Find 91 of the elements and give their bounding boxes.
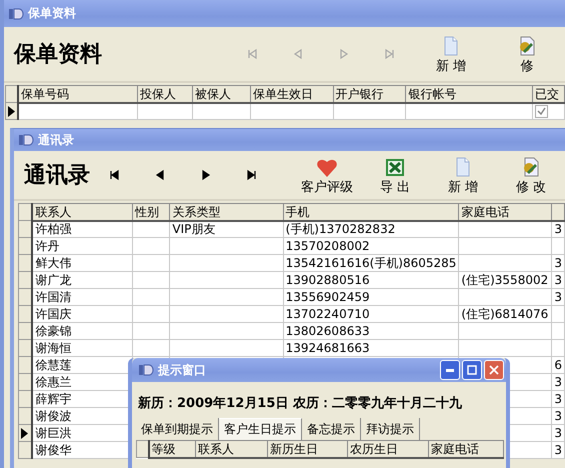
table-cell: 3: [554, 290, 562, 304]
table-cell: 许丹: [35, 239, 60, 253]
table-cell: 13556902459: [286, 290, 370, 304]
first-record-icon: [108, 169, 120, 181]
document-icon: [454, 156, 472, 176]
export-button[interactable]: 导 出: [361, 154, 429, 196]
close-button[interactable]: [484, 360, 504, 380]
table-cell: 3: [554, 222, 562, 236]
table-cell: 谢俊波: [35, 409, 72, 423]
table-cell: VIP朋友: [172, 222, 216, 236]
table-cell: 13570208002: [286, 239, 370, 253]
column-header: 家庭电话: [458, 204, 552, 220]
tab[interactable]: 客户生日提示: [219, 418, 302, 440]
close-icon: [489, 365, 499, 375]
table-cell: 鲜大伟: [35, 256, 72, 270]
next-record-icon: [200, 169, 212, 181]
table-cell: 许柏强: [35, 222, 72, 236]
table-cell: 3: [554, 256, 562, 270]
window-title: 保单资料: [28, 5, 76, 22]
last-record-icon: [246, 169, 258, 181]
form-heading: 保单资料: [14, 41, 103, 69]
app-icon: [138, 363, 154, 377]
table-cell: 3: [554, 409, 562, 423]
table-cell: 3: [554, 426, 562, 440]
spreadsheet-icon: [385, 158, 405, 176]
table-cell: 13802608633: [286, 324, 370, 338]
document-pencil-icon: [521, 156, 541, 176]
minimize-button[interactable]: [440, 360, 460, 380]
column-header: 已交: [532, 86, 564, 102]
row-pointer-icon: [21, 428, 28, 438]
table-cell: 徐豪锦: [35, 324, 72, 338]
new-button[interactable]: 新 增: [429, 154, 497, 196]
next-record-icon: [338, 48, 350, 60]
previous-record-icon: [292, 48, 304, 60]
app-icon: [18, 133, 34, 147]
table-cell: 13702240710: [286, 307, 370, 321]
window-title: 通讯录: [38, 132, 74, 148]
column-header: 保单号码: [18, 86, 138, 102]
table-cell: (住宅)6814076: [461, 307, 548, 321]
column-header: 银行帐号: [406, 86, 532, 102]
edit-button[interactable]: 修 改: [497, 154, 565, 196]
column-header: 开户银行: [333, 86, 406, 102]
table-cell: 谢巨洪: [35, 426, 72, 440]
table-cell: 谢俊华: [35, 443, 72, 457]
table-cell: 谢广龙: [35, 273, 72, 287]
previous-record-icon: [154, 169, 166, 181]
maximize-icon: [467, 365, 477, 375]
column-header: 保单生效日: [250, 86, 334, 102]
new-button[interactable]: 新 增: [413, 34, 489, 74]
checkbox[interactable]: [534, 105, 548, 118]
column-header: 投保人: [138, 86, 192, 102]
table-cell: 3: [554, 273, 562, 287]
edit-button[interactable]: 修: [489, 34, 565, 74]
window-title: 提示窗口: [158, 362, 206, 378]
date-line: 新历：2009年12月15日 农历：二零零九年十月二十九: [137, 394, 463, 413]
table-cell: 薛辉宇: [35, 392, 72, 406]
table-cell: 谢海恒: [35, 341, 72, 355]
table-cell: 3: [554, 392, 562, 406]
minimize-icon: [446, 368, 454, 372]
checkmark-icon: [536, 107, 546, 116]
column-header: 性别: [132, 204, 170, 220]
form-heading: 通讯录: [24, 162, 91, 190]
column-header: 等级: [148, 440, 196, 458]
column-header: 联系人: [196, 440, 268, 458]
table-cell: 3: [554, 443, 562, 457]
table-cell: (住宅)3558002: [461, 273, 548, 287]
table-cell: 13924681663: [286, 341, 370, 355]
table-cell: 13902880516: [286, 273, 370, 287]
table-cell: 许国清: [35, 290, 72, 304]
document-pencil-icon: [517, 36, 537, 56]
table-cell: 3: [554, 375, 562, 389]
column-header: 关系类型: [170, 204, 284, 220]
column-header: 新历生日: [268, 440, 348, 458]
last-record-icon: [384, 48, 396, 60]
column-header: 联系人: [32, 204, 133, 220]
column-header: 手机: [283, 204, 459, 220]
document-icon: [442, 36, 460, 56]
table-cell: 6: [554, 358, 562, 372]
table-cell: 许国庆: [35, 307, 72, 321]
table-cell: 徐慧莲: [35, 358, 72, 372]
column-header: 农历生日: [348, 440, 428, 458]
app-icon: [8, 6, 24, 20]
rating-button[interactable]: 客户评级: [293, 154, 361, 196]
table-cell: (手机)1370282832: [286, 222, 396, 236]
first-record-icon: [246, 48, 258, 60]
column-header: 家庭电话: [428, 440, 504, 458]
table-cell: 13542161616(手机)8605285: [286, 256, 456, 270]
row-pointer-icon: [8, 106, 15, 116]
maximize-button[interactable]: [462, 360, 482, 380]
table-cell: 徐惠兰: [35, 375, 72, 389]
column-header: 被保人: [192, 86, 250, 102]
